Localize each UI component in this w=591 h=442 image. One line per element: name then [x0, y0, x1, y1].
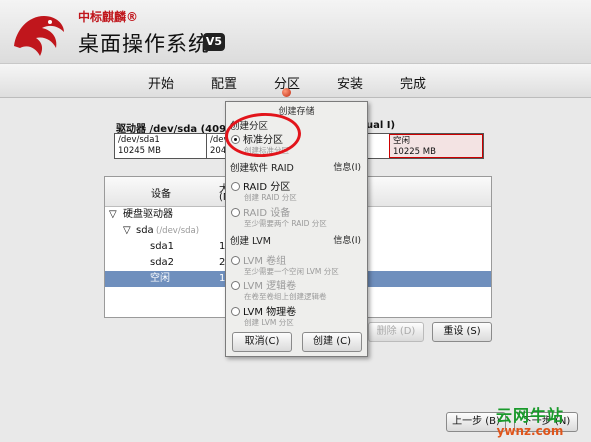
delete-button[interactable]: 删除 (D) [368, 322, 424, 342]
row-device: sda2 [150, 257, 175, 268]
section-create-lvm: 创建 LVM [230, 236, 271, 247]
site-watermark: 云网牛站 ywnz.com [496, 402, 564, 438]
step-start: 开始 [147, 77, 174, 92]
option-desc: 至少需要两个 RAID 分区 [244, 219, 327, 228]
step-navigation: 开始 配置 分区 安装 完成 [0, 64, 591, 98]
segment-size: 10225 MB [393, 147, 436, 157]
step-finish: 完成 [399, 77, 426, 92]
radio-icon [231, 208, 240, 217]
segment-name: /dev/sda1 [118, 135, 160, 145]
row-label: sda [136, 225, 154, 236]
section-create-raid: 创建软件 RAID [230, 163, 294, 174]
step-install: 安装 [336, 77, 363, 92]
column-device[interactable]: 设备 [151, 185, 171, 200]
option-lvm-volume-group: LVM 卷组 [231, 252, 286, 267]
option-desc: 至少需要一个空闲 LVM 分区 [244, 267, 339, 276]
brand-name: 中标麒麟® [78, 10, 139, 24]
option-raid-device: RAID 设备 [231, 204, 290, 219]
option-desc: 创建 LVM 分区 [244, 318, 294, 327]
reset-button[interactable]: 重设 (S) [432, 322, 492, 342]
option-raid-partition[interactable]: RAID 分区 [231, 178, 290, 193]
app-header: 中标麒麟® 桌面操作系统 V5 [0, 0, 591, 64]
segment-sda1[interactable]: /dev/sda1 10245 MB [115, 134, 207, 158]
radio-icon[interactable] [231, 182, 240, 191]
option-lvm-physical-volume[interactable]: LVM 物理卷 [231, 303, 296, 318]
version-badge: V5 [203, 33, 225, 51]
expander-icon[interactable]: ▽ [123, 223, 131, 239]
segment-name: 空闲 [393, 136, 411, 146]
option-desc: 创建 RAID 分区 [244, 193, 297, 202]
segment-size: 10245 MB [118, 146, 161, 156]
radio-icon[interactable] [231, 307, 240, 316]
qilin-logo-icon [14, 16, 64, 56]
radio-icon [231, 256, 240, 265]
watermark-url: ywnz.com [496, 424, 564, 438]
row-device: 空闲 [150, 273, 170, 284]
create-button[interactable]: 创建 (C) [302, 332, 362, 352]
option-desc: 在卷至卷组上创建逻辑卷 [244, 292, 327, 301]
current-step-indicator-icon [282, 88, 291, 97]
info-lvm-button[interactable]: 信息(I) [333, 233, 361, 246]
product-title: 桌面操作系统 [78, 32, 210, 56]
info-raid-button[interactable]: 信息(I) [333, 160, 361, 173]
step-config: 配置 [210, 77, 237, 92]
segment-free[interactable]: 空闲 10225 MB [389, 134, 483, 158]
row-device: sda1 [150, 241, 175, 252]
row-path: (/dev/sda) [156, 226, 200, 236]
row-label: 硬盘驱动器 [123, 209, 173, 220]
expander-icon[interactable]: ▽ [109, 207, 117, 223]
cancel-button[interactable]: 取消(C) [232, 332, 292, 352]
option-lvm-logical-volume: LVM 逻辑卷 [231, 277, 296, 292]
watermark-title: 云网牛站 [496, 406, 565, 425]
radio-icon [231, 281, 240, 290]
drive-label-tail: ual I) [366, 120, 396, 131]
